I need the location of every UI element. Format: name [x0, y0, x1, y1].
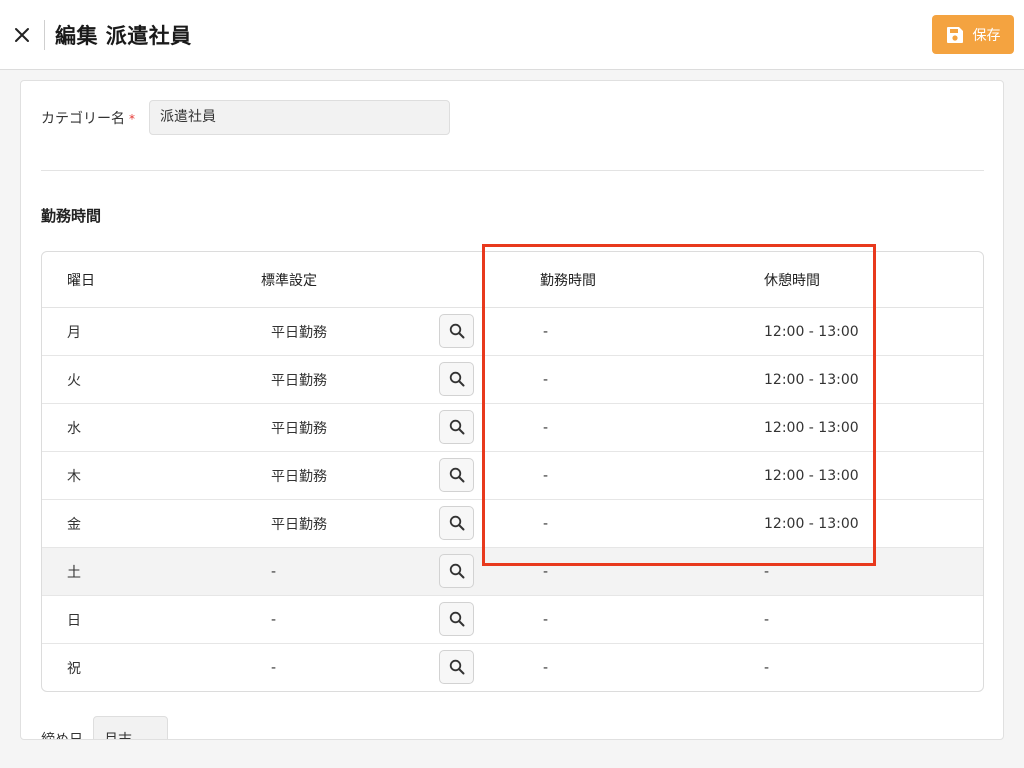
category-name-label-text: カテゴリー名	[41, 111, 125, 127]
row-work-hours: -	[543, 323, 549, 340]
row-work-hours: -	[543, 515, 549, 532]
row-work-hours: -	[543, 371, 549, 388]
search-icon	[449, 467, 464, 483]
table-row: 月 平日勤務 - 12:00 - 13:00	[42, 308, 983, 356]
row-day: 月	[67, 324, 81, 341]
row-day: 木	[67, 468, 81, 485]
standard-search-button[interactable]	[439, 458, 474, 492]
section-divider	[41, 170, 984, 171]
row-day: 土	[67, 564, 81, 581]
row-break-hours: 12:00 - 13:00	[764, 323, 859, 340]
search-icon	[449, 419, 464, 435]
work-hours-table: 曜日 標準設定 勤務時間 休憩時間 月 平日勤務 - 12:00 - 13:00…	[41, 251, 984, 692]
save-button-label: 保存	[972, 27, 1001, 44]
work-hours-section-title: 勤務時間	[41, 207, 102, 225]
standard-search-button[interactable]	[439, 650, 474, 684]
row-day: 祝	[67, 661, 81, 677]
table-row: 土 - - -	[42, 548, 983, 596]
search-icon	[449, 323, 464, 339]
required-mark: *	[129, 112, 135, 126]
floppy-disk-icon	[946, 26, 963, 43]
closing-day-select[interactable]: 月末	[93, 716, 168, 739]
row-standard-setting: -	[271, 563, 277, 580]
search-icon	[449, 659, 464, 675]
row-work-hours: -	[543, 419, 549, 436]
table-header: 曜日 標準設定 勤務時間 休憩時間	[42, 252, 983, 308]
column-header-break-hours: 休憩時間	[764, 272, 820, 289]
column-header-work-hours: 勤務時間	[540, 272, 596, 289]
row-break-hours: -	[764, 563, 770, 580]
standard-search-button[interactable]	[439, 554, 474, 588]
row-standard-setting: 平日勤務	[271, 324, 327, 341]
category-name-label: カテゴリー名 *	[41, 107, 135, 131]
search-icon	[449, 611, 464, 627]
table-row: 祝 - - -	[42, 644, 983, 691]
row-break-hours: 12:00 - 13:00	[764, 467, 859, 484]
page-title: 編集 派遣社員	[55, 24, 192, 48]
row-standard-setting: 平日勤務	[271, 468, 327, 485]
close-button[interactable]	[8, 20, 36, 50]
row-work-hours: -	[543, 611, 549, 628]
row-break-hours: 12:00 - 13:00	[764, 515, 859, 532]
row-day: 火	[67, 372, 81, 389]
save-button[interactable]: 保存	[932, 15, 1014, 54]
standard-search-button[interactable]	[439, 506, 474, 540]
row-standard-setting: 平日勤務	[271, 516, 327, 533]
table-row: 日 - - -	[42, 596, 983, 644]
row-day: 日	[67, 612, 81, 629]
table-row: 金 平日勤務 - 12:00 - 13:00	[42, 500, 983, 548]
table-row: 水 平日勤務 - 12:00 - 13:00	[42, 404, 983, 452]
row-day: 水	[67, 420, 81, 437]
row-work-hours: -	[543, 563, 549, 580]
edit-form-card: カテゴリー名 * 派遣社員 勤務時間 曜日 標準設定 勤務時間 休憩時間 月 平日…	[20, 80, 1004, 740]
standard-search-button[interactable]	[439, 410, 474, 444]
top-bar: 編集 派遣社員 保存	[0, 0, 1024, 70]
row-work-hours: -	[543, 467, 549, 484]
row-break-hours: 12:00 - 13:00	[764, 419, 859, 436]
close-icon	[15, 28, 29, 42]
closing-day-label: 締め日	[41, 732, 83, 740]
row-break-hours: -	[764, 611, 770, 628]
column-header-standard: 標準設定	[261, 272, 317, 289]
search-icon	[449, 371, 464, 387]
row-break-hours: -	[764, 660, 770, 676]
standard-search-button[interactable]	[439, 602, 474, 636]
row-day: 金	[67, 516, 81, 533]
header-divider	[44, 20, 45, 50]
table-row: 木 平日勤務 - 12:00 - 13:00	[42, 452, 983, 500]
row-standard-setting: -	[271, 660, 277, 676]
standard-search-button[interactable]	[439, 314, 474, 348]
row-standard-setting: 平日勤務	[271, 420, 327, 437]
standard-search-button[interactable]	[439, 362, 474, 396]
row-standard-setting: -	[271, 611, 277, 628]
row-work-hours: -	[543, 660, 549, 676]
row-standard-setting: 平日勤務	[271, 372, 327, 389]
column-header-day: 曜日	[67, 272, 95, 289]
row-break-hours: 12:00 - 13:00	[764, 371, 859, 388]
search-icon	[449, 515, 464, 531]
category-name-input[interactable]: 派遣社員	[149, 100, 450, 135]
search-icon	[449, 563, 464, 579]
table-row: 火 平日勤務 - 12:00 - 13:00	[42, 356, 983, 404]
